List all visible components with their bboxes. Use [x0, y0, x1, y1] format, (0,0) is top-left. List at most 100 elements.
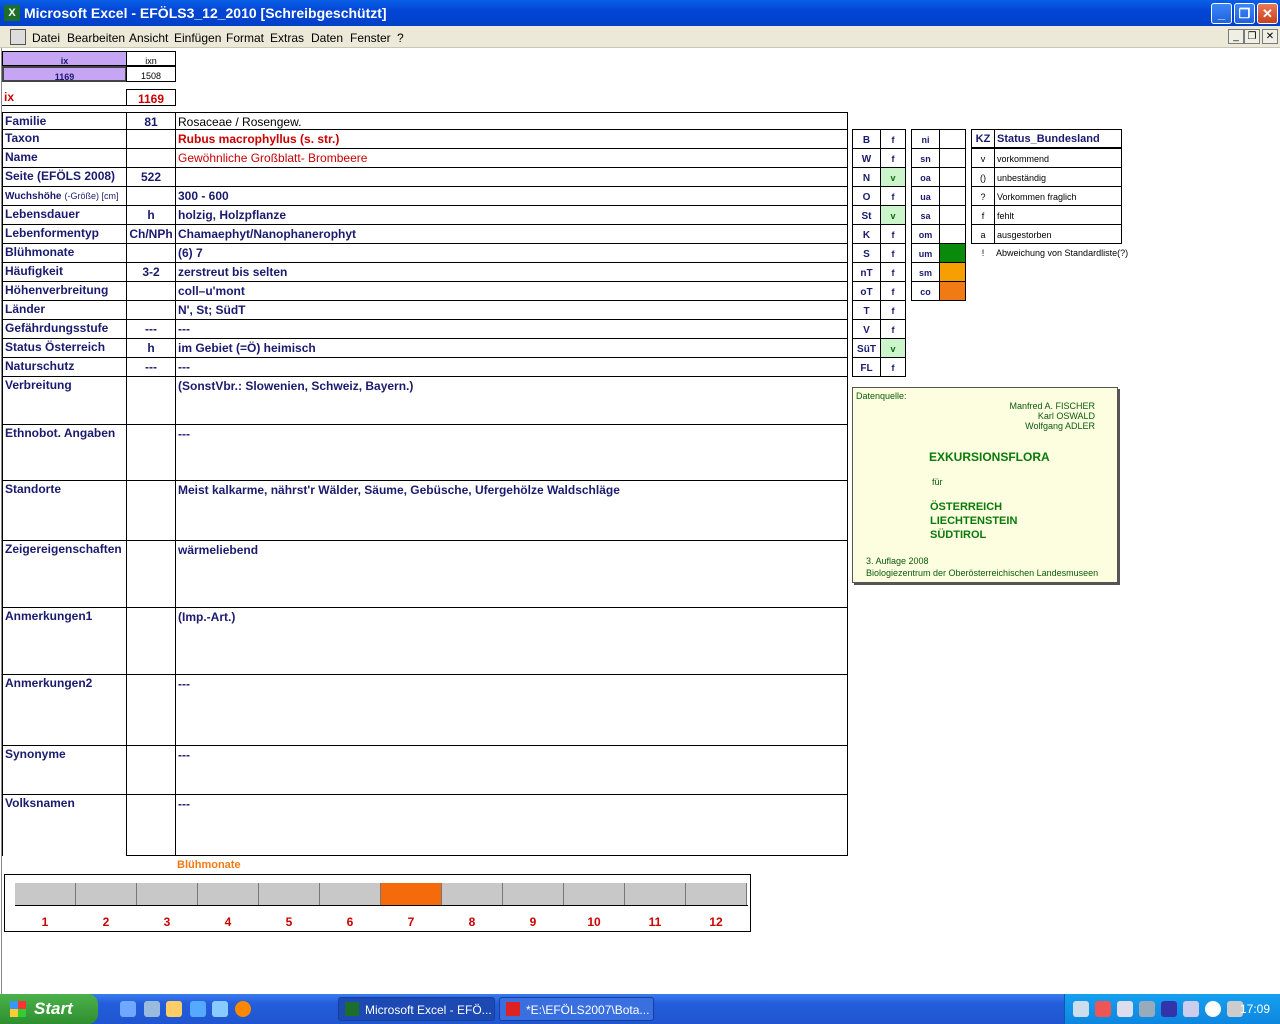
row-code[interactable] [126, 281, 176, 301]
hoehen-swatch[interactable] [939, 262, 966, 282]
row-code[interactable] [126, 540, 176, 608]
minimize-button[interactable]: _ [1211, 3, 1232, 24]
menu-bearbeiten[interactable]: Bearbeiten [67, 31, 125, 45]
hoehen-swatch[interactable] [939, 129, 966, 149]
hoehen-swatch[interactable] [939, 148, 966, 168]
workbook-icon[interactable] [10, 29, 26, 45]
row-code[interactable] [126, 243, 176, 263]
row-code[interactable]: h [126, 338, 176, 358]
row-code[interactable] [126, 186, 176, 206]
row-code[interactable]: --- [126, 357, 176, 377]
row-code[interactable]: h [126, 205, 176, 225]
quicklaunch-icon-3[interactable] [166, 1001, 182, 1017]
row-value[interactable]: --- [175, 745, 848, 795]
row-code[interactable]: 3-2 [126, 262, 176, 282]
menu-fenster[interactable]: Fenster [350, 31, 391, 45]
row-value[interactable]: (Imp.-Art.) [175, 607, 848, 675]
row-value[interactable]: Chamaephyt/Nanophanerophyt [175, 224, 848, 244]
tray-network-icon[interactable] [1073, 1001, 1089, 1017]
row-code[interactable] [126, 300, 176, 320]
row-code[interactable] [126, 424, 176, 481]
ixn-value-cell[interactable]: 1508 [126, 66, 176, 82]
hoehen-swatch[interactable] [939, 224, 966, 244]
doc-close-icon[interactable]: ✕ [1262, 29, 1278, 44]
row-value[interactable]: im Gebiet (=Ö) heimisch [175, 338, 848, 358]
row-code[interactable]: --- [126, 319, 176, 339]
hoehen-swatch[interactable] [939, 186, 966, 206]
row-value[interactable] [175, 167, 848, 187]
row-code[interactable] [126, 745, 176, 795]
menu-einfuegen[interactable]: Einfügen [174, 31, 221, 45]
start-button[interactable]: Start [0, 994, 98, 1024]
bundesland-status[interactable]: f [880, 148, 906, 168]
bundesland-status[interactable]: f [880, 300, 906, 320]
menu-format[interactable]: Format [226, 31, 264, 45]
bundesland-status[interactable]: v [880, 205, 906, 225]
tray-info-icon[interactable] [1205, 1001, 1221, 1017]
row-value[interactable]: Rosaceae / Rosengew. [175, 112, 848, 130]
menu-ansicht[interactable]: Ansicht [129, 31, 168, 45]
bundesland-status[interactable]: f [880, 262, 906, 282]
row-value[interactable]: coll–u'mont [175, 281, 848, 301]
bundesland-status[interactable]: f [880, 129, 906, 149]
row-code[interactable] [126, 607, 176, 675]
menu-help[interactable]: ? [397, 31, 404, 45]
excel-app-icon[interactable]: X [4, 5, 20, 21]
row-value[interactable]: Meist kalkarme, nährst'r Wälder, Säume, … [175, 480, 848, 541]
row-code[interactable] [126, 376, 176, 425]
bundesland-status[interactable]: v [880, 338, 906, 358]
taskbar-explorer-button[interactable]: *E:\EFÖLS2007\Bota... [499, 997, 654, 1021]
hoehen-swatch[interactable] [939, 205, 966, 225]
close-button[interactable]: ✕ [1257, 3, 1278, 24]
row-value[interactable]: --- [175, 794, 848, 856]
row-value[interactable]: --- [175, 674, 848, 746]
row-code[interactable]: 522 [126, 167, 176, 187]
ix-value-cell[interactable]: 1169 [2, 66, 127, 82]
bundesland-status[interactable]: f [880, 243, 906, 263]
row-value[interactable]: --- [175, 319, 848, 339]
row-code[interactable] [126, 674, 176, 746]
row-value[interactable]: Rubus macrophyllus (s. str.) [175, 129, 848, 149]
row-value[interactable]: zerstreut bis selten [175, 262, 848, 282]
hoehen-swatch[interactable] [939, 167, 966, 187]
restore-button[interactable]: ❐ [1234, 3, 1255, 24]
bundesland-status[interactable]: v [880, 167, 906, 187]
tray-speaker-icon[interactable] [1139, 1001, 1155, 1017]
row-value[interactable]: --- [175, 357, 848, 377]
ix-main-value[interactable]: 1169 [126, 89, 176, 106]
row-code[interactable] [126, 148, 176, 168]
row-value[interactable]: (SonstVbr.: Slowenien, Schweiz, Bayern.) [175, 376, 848, 425]
row-value[interactable]: N', St; SüdT [175, 300, 848, 320]
tray-update-icon[interactable] [1183, 1001, 1199, 1017]
row-value[interactable]: (6) 7 [175, 243, 848, 263]
menu-daten[interactable]: Daten [311, 31, 343, 45]
quicklaunch-icon-1[interactable] [120, 1001, 136, 1017]
menu-extras[interactable]: Extras [270, 31, 304, 45]
bundesland-status[interactable]: f [880, 186, 906, 206]
row-value[interactable]: holzig, Holzpflanze [175, 205, 848, 225]
row-value[interactable]: 300 - 600 [175, 186, 848, 206]
row-code[interactable]: 81 [126, 112, 176, 130]
row-value[interactable]: --- [175, 424, 848, 481]
bundesland-status[interactable]: f [880, 224, 906, 244]
row-code[interactable] [126, 794, 176, 856]
quicklaunch-icon-2[interactable] [144, 1001, 160, 1017]
menu-datei[interactable]: Datei [32, 31, 60, 45]
tray-search-icon[interactable] [1117, 1001, 1133, 1017]
row-code[interactable]: Ch/NPh [126, 224, 176, 244]
row-value[interactable]: Gewöhnliche Großblatt- Brombeere [175, 148, 848, 168]
hoehen-swatch[interactable] [939, 281, 966, 301]
taskbar-excel-button[interactable]: Microsoft Excel - EFÖ... [338, 997, 495, 1021]
row-code[interactable] [126, 129, 176, 149]
row-code[interactable] [126, 480, 176, 541]
bundesland-status[interactable]: f [880, 281, 906, 301]
tray-shield-icon[interactable] [1161, 1001, 1177, 1017]
hoehen-swatch[interactable] [939, 243, 966, 263]
firefox-icon[interactable] [235, 1001, 251, 1017]
quicklaunch-icon-5[interactable] [212, 1001, 228, 1017]
ie-icon[interactable] [190, 1001, 206, 1017]
doc-restore-icon[interactable]: ❐ [1244, 29, 1260, 44]
doc-minimize-icon[interactable]: _ [1228, 29, 1244, 44]
row-value[interactable]: wärmeliebend [175, 540, 848, 608]
bundesland-status[interactable]: f [880, 357, 906, 377]
